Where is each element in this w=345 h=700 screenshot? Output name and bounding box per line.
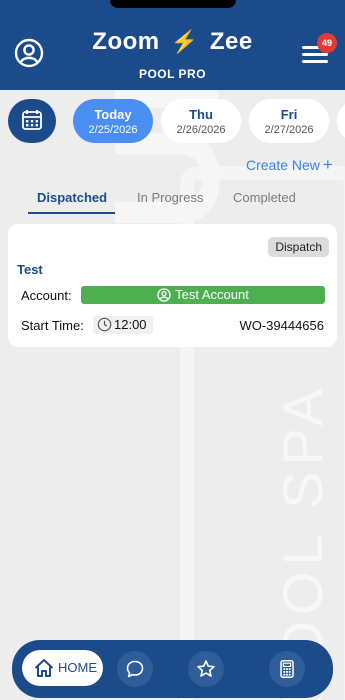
date-pill-date: 2/26/2026 xyxy=(176,124,226,136)
plus-icon: + xyxy=(322,155,333,174)
nav-favorites-button[interactable] xyxy=(188,651,224,687)
start-time-text: 12:00 xyxy=(114,317,147,332)
date-pill-day: Thu xyxy=(189,107,213,122)
date-pill-next[interactable] xyxy=(337,99,345,143)
start-time-value: 12:00 xyxy=(93,316,153,334)
create-new-label: Create New xyxy=(246,157,320,173)
home-icon xyxy=(34,659,54,677)
tab-in-progress[interactable]: In Progress xyxy=(137,190,203,205)
hamburger-icon-bar xyxy=(302,53,328,56)
nav-home-button[interactable]: HOME xyxy=(22,650,103,686)
app-title-right: Zee xyxy=(209,28,253,55)
star-icon xyxy=(197,660,215,677)
chat-icon xyxy=(126,660,144,678)
calendar-button[interactable] xyxy=(8,99,56,143)
date-pill-day: Today xyxy=(94,107,132,122)
device-notch xyxy=(110,0,236,8)
nav-home-label: HOME xyxy=(58,660,97,675)
background-watermark: SUPPLY POOL SPA xyxy=(0,88,345,700)
tab-dispatched[interactable]: Dispatched xyxy=(37,190,107,205)
app-subtitle: POOL PRO xyxy=(138,67,207,81)
calculator-icon xyxy=(280,660,294,678)
nav-calculator-button[interactable] xyxy=(269,651,305,687)
tab-completed[interactable]: Completed xyxy=(233,190,296,205)
notification-badge: 49 xyxy=(317,33,337,53)
date-pill-date: 2/27/2026 xyxy=(264,124,314,136)
work-order-card[interactable]: Dispatch Test Account: Test Account Star… xyxy=(8,224,337,347)
work-order-title: Test xyxy=(17,262,43,277)
active-tab-indicator xyxy=(28,212,115,214)
dispatch-button[interactable]: Dispatch xyxy=(268,237,329,257)
calendar-icon xyxy=(22,110,42,130)
account-button[interactable]: Test Account xyxy=(81,286,325,304)
date-pill-day: Fri xyxy=(280,107,298,122)
date-pill-fri[interactable]: Fri 2/27/2026 xyxy=(249,99,329,143)
account-label: Account: xyxy=(21,288,72,303)
work-order-number: WO-39444656 xyxy=(239,318,324,333)
create-new-button[interactable]: Create New + xyxy=(246,155,333,175)
start-time-label: Start Time: xyxy=(21,318,84,333)
account-name: Test Account xyxy=(175,287,249,302)
date-pill-today[interactable]: Today 2/25/2026 xyxy=(73,99,153,143)
app-screen: SUPPLY POOL SPA Zoom ⚡ Zee POOL PRO 49 xyxy=(0,0,345,700)
lightning-bolt-icon: ⚡ xyxy=(170,29,199,54)
hamburger-icon-bar xyxy=(302,60,328,63)
app-header: Zoom ⚡ Zee POOL PRO 49 xyxy=(0,0,345,90)
bottom-nav: HOME xyxy=(12,640,333,698)
app-title-left: Zoom xyxy=(92,28,160,55)
clock-icon xyxy=(97,317,112,332)
nav-chat-button[interactable] xyxy=(117,651,153,687)
date-pill-thu[interactable]: Thu 2/26/2026 xyxy=(161,99,241,143)
app-title: Zoom ⚡ Zee xyxy=(0,28,345,56)
user-circle-icon xyxy=(157,288,171,302)
date-pill-date: 2/25/2026 xyxy=(88,124,138,136)
